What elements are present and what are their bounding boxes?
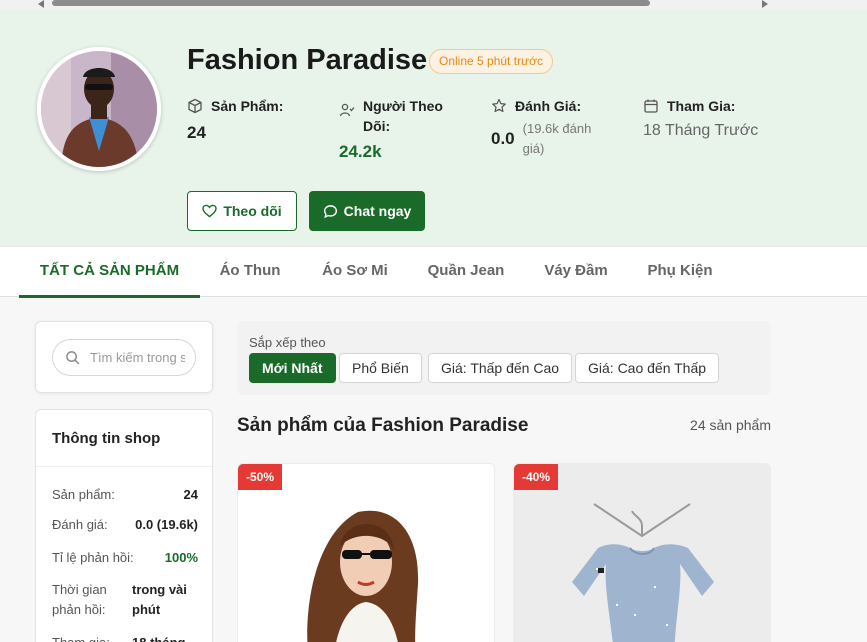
search-icon (66, 351, 80, 365)
stat-joined-label: Tham Gia: (667, 98, 736, 114)
sort-price-asc-button[interactable]: Giá: Thấp đến Cao (428, 353, 573, 383)
follow-button[interactable]: Theo dõi (187, 191, 297, 231)
calendar-icon (644, 99, 658, 113)
stat-followers-label: Người Theo Dõi: (363, 98, 443, 134)
sort-price-desc-button[interactable]: Giá: Cao đến Thấp (575, 353, 720, 383)
online-status-badge: Online 5 phút trước (429, 49, 553, 74)
scrollbar-thumb[interactable] (52, 0, 650, 6)
horizontal-scrollbar[interactable] (0, 0, 867, 10)
heart-icon (202, 204, 218, 218)
stat-joined: Tham Gia: 18 Tháng Trước (643, 96, 783, 140)
follow-button-label: Theo dõi (223, 203, 282, 219)
stat-rating: Đánh Giá: 0.0 (19.6k đánh giá) (491, 96, 611, 159)
shop-info-title: Thông tin shop (36, 410, 212, 467)
products-section-title: Sản phẩm của Fashion Paradise (237, 415, 529, 436)
product-photo-image (238, 464, 494, 642)
stat-joined-value: 18 Tháng Trước (643, 122, 759, 139)
stat-products: Sản Phẩm: 24 (187, 96, 307, 143)
info-row-joined: Tham gia: 18 tháng (52, 633, 198, 642)
tab-ao-thun[interactable]: Áo Thun (210, 247, 290, 297)
info-row-rating: Đánh giá: 0.0 (19.6k) (52, 517, 198, 532)
search-input[interactable] (90, 350, 185, 365)
star-icon (492, 98, 506, 113)
scroll-left-arrow-icon[interactable] (38, 0, 44, 8)
avatar-photo-image (41, 51, 157, 167)
shop-avatar (37, 47, 161, 171)
chat-button[interactable]: Chat ngay (309, 191, 425, 231)
box-icon (188, 98, 202, 114)
stat-rating-value: 0.0 (491, 129, 515, 148)
info-row-response-rate: Tỉ lệ phản hồi: 100% (52, 550, 198, 565)
tab-all-products[interactable]: TẤT CẢ SẢN PHẨM (19, 247, 200, 298)
stat-followers: Người Theo Dõi: 24.2k (339, 96, 459, 162)
chat-button-label: Chat ngay (343, 203, 412, 219)
shop-info-card: Thông tin shop Sản phẩm: 24 Đánh giá: 0.… (35, 409, 213, 642)
product-card[interactable]: -50% (237, 463, 495, 642)
scroll-right-arrow-icon[interactable] (762, 0, 768, 8)
product-photo-image (514, 464, 770, 642)
info-row-products: Sản phẩm: 24 (52, 487, 198, 502)
stat-rating-count: (19.6k đánh giá) (522, 121, 592, 156)
sort-newest-button[interactable]: Mới Nhất (249, 353, 336, 383)
discount-badge: -40% (514, 464, 559, 490)
category-tabs: TẤT CẢ SẢN PHẨM Áo Thun Áo Sơ Mi Quần Je… (0, 246, 867, 298)
tab-vay-dam[interactable]: Váy Đầm (534, 247, 618, 297)
product-card[interactable]: -40% (513, 463, 771, 642)
tab-phu-kien[interactable]: Phụ Kiện (638, 247, 722, 297)
stat-rating-label: Đánh Giá: (515, 98, 582, 114)
tab-ao-so-mi[interactable]: Áo Sơ Mi (312, 247, 398, 297)
sort-bar: Sắp xếp theo Mới Nhất Phổ Biến Giá: Thấp… (237, 321, 771, 395)
stat-products-label: Sản Phẩm: (211, 98, 284, 114)
shop-header: Fashion Paradise Online 5 phút trước Sản… (0, 10, 867, 246)
stat-followers-value: 24.2k (339, 142, 382, 161)
sort-label: Sắp xếp theo (249, 335, 326, 350)
info-row-response-time: Thời gian phản hồi: trong vài phút (52, 582, 187, 617)
product-count: 24 sản phẩm (690, 417, 771, 433)
search-box[interactable] (52, 339, 196, 376)
discount-badge: -50% (238, 464, 283, 490)
search-card (35, 321, 213, 393)
tab-quan-jean[interactable]: Quần Jean (419, 247, 513, 297)
sort-popular-button[interactable]: Phổ Biến (339, 353, 422, 383)
user-follow-icon (339, 103, 355, 117)
stat-products-value: 24 (187, 123, 206, 142)
shop-name: Fashion Paradise (187, 44, 428, 76)
chat-bubble-icon (323, 204, 337, 218)
